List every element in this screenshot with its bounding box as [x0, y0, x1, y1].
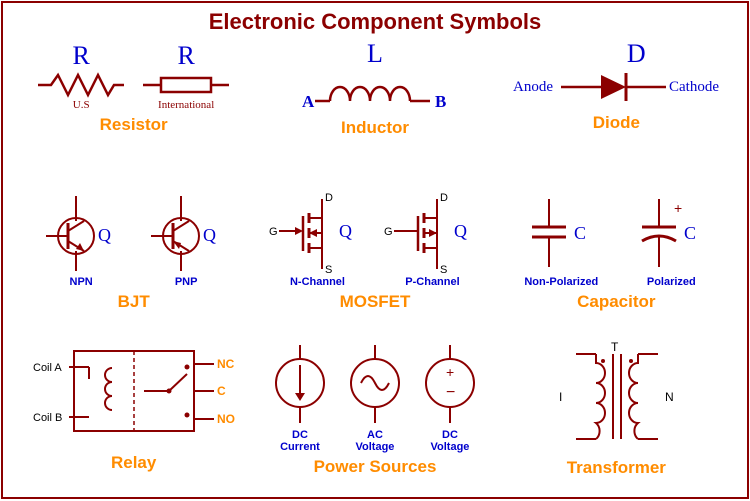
mosfet-p: D G S Q	[382, 191, 482, 288]
power-ac-voltage: AC Voltage	[345, 341, 405, 453]
transformer-t: T	[611, 340, 619, 354]
relay-category: Relay	[111, 453, 156, 473]
bjt-pnp: Q PNP	[141, 191, 231, 288]
cap-pol-label: Polarized	[647, 276, 696, 288]
cell-inductor: L A B Inductor	[254, 39, 495, 189]
mosfet-n-d: D	[325, 192, 333, 204]
resistor-us: R U.S	[36, 41, 126, 111]
dc-voltage-l2: Voltage	[431, 441, 470, 453]
cell-resistor: R U.S R International Resistor	[13, 39, 254, 189]
dc-plus: +	[446, 364, 454, 380]
cell-capacitor: C Non-Polarized + C Polarized C	[496, 189, 737, 339]
cell-transformer: T I N Transformer	[496, 339, 737, 489]
cap-plus: +	[674, 200, 682, 216]
transformer-i: I	[559, 390, 562, 404]
resistor-intl-label: International	[158, 99, 214, 111]
cell-relay: Coil A Coil B NC C NO Relay	[13, 339, 254, 489]
resistor-zigzag-icon	[36, 71, 126, 99]
cell-bjt: Q NPN Q PNP	[13, 189, 254, 339]
bjt-npn-icon: Q	[36, 191, 126, 276]
resistor-letter-2: R	[177, 41, 194, 71]
dc-current-l1: DC	[292, 429, 308, 441]
bjt-pnp-q: Q	[203, 225, 216, 245]
diode-icon: Anode Cathode	[511, 69, 721, 109]
bjt-npn: Q NPN	[36, 191, 126, 288]
bjt-category: BJT	[118, 292, 150, 312]
mosfet-p-d: D	[440, 192, 448, 204]
inductor-icon: A B	[290, 69, 460, 114]
mosfet-n: D G S	[267, 191, 367, 288]
power-dc-current: DC Current	[270, 341, 330, 453]
cap-pol-icon: + C	[624, 191, 719, 276]
cap-nonpol: C Non-Polarized	[514, 191, 609, 288]
transformer-icon: T I N	[531, 339, 701, 454]
dc-minus: −	[446, 384, 455, 401]
resistor-box-icon	[141, 71, 231, 99]
relay-c: C	[217, 384, 226, 398]
cap-nonpol-c: C	[574, 223, 586, 243]
mosfet-p-g: G	[384, 226, 393, 238]
inductor-letter: L	[367, 39, 383, 69]
mosfet-n-icon: D G S	[267, 191, 367, 276]
relay-coil-b: Coil B	[33, 412, 62, 424]
mosfet-n-s: S	[325, 264, 332, 276]
transformer-n: N	[665, 390, 674, 404]
mosfet-p-q: Q	[454, 221, 467, 241]
bjt-npn-q: Q	[98, 225, 111, 245]
cap-nonpol-icon: C	[514, 191, 609, 276]
inductor-category: Inductor	[341, 118, 409, 138]
ac-voltage-l2: Voltage	[356, 441, 395, 453]
resistor-intl: R International	[141, 41, 231, 111]
diagram-container: Electronic Component Symbols R U.S R	[1, 1, 749, 499]
mosfet-n-label: N-Channel	[290, 276, 345, 288]
symbol-grid: R U.S R International Resistor	[3, 39, 747, 489]
relay-nc: NC	[217, 357, 235, 371]
cap-pol-c: C	[684, 223, 696, 243]
page-title: Electronic Component Symbols	[3, 9, 747, 35]
bjt-pnp-icon: Q	[141, 191, 231, 276]
inductor-terminal-a: A	[302, 92, 315, 111]
diode-cathode-label: Cathode	[669, 79, 719, 95]
relay-icon: Coil A Coil B NC C NO	[29, 339, 239, 449]
power-dc-voltage: + − DC Voltage	[420, 341, 480, 453]
diode-letter: D	[627, 39, 646, 69]
cell-diode: D Anode Cathode Diode	[496, 39, 737, 189]
cell-power: DC Current AC Voltage	[254, 339, 495, 489]
relay-no: NO	[217, 412, 235, 426]
resistor-us-label: U.S	[73, 99, 90, 111]
diode-anode-label: Anode	[513, 79, 553, 95]
mosfet-n-g: G	[269, 226, 278, 238]
bjt-npn-label: NPN	[70, 276, 93, 288]
inductor-terminal-b: B	[435, 92, 446, 111]
dc-voltage-l1: DC	[442, 429, 458, 441]
resistor-category: Resistor	[100, 115, 168, 135]
transformer-category: Transformer	[567, 458, 666, 478]
cap-nonpol-label: Non-Polarized	[524, 276, 598, 288]
dc-current-icon	[270, 341, 330, 429]
cell-mosfet: D G S	[254, 189, 495, 339]
mosfet-category: MOSFET	[340, 292, 411, 312]
resistor-letter: R	[72, 41, 89, 71]
bjt-pnp-label: PNP	[175, 276, 198, 288]
mosfet-n-q: Q	[339, 221, 352, 241]
dc-voltage-icon: + −	[420, 341, 480, 429]
ac-voltage-l1: AC	[367, 429, 383, 441]
relay-coil-a: Coil A	[33, 362, 62, 374]
diode-category: Diode	[593, 113, 640, 133]
power-category: Power Sources	[314, 457, 437, 477]
mosfet-p-icon: D G S Q	[382, 191, 482, 276]
mosfet-p-label: P-Channel	[405, 276, 459, 288]
capacitor-category: Capacitor	[577, 292, 655, 312]
cap-pol: + C Polarized	[624, 191, 719, 288]
dc-current-l2: Current	[280, 441, 320, 453]
mosfet-p-s: S	[440, 264, 447, 276]
ac-voltage-icon	[345, 341, 405, 429]
